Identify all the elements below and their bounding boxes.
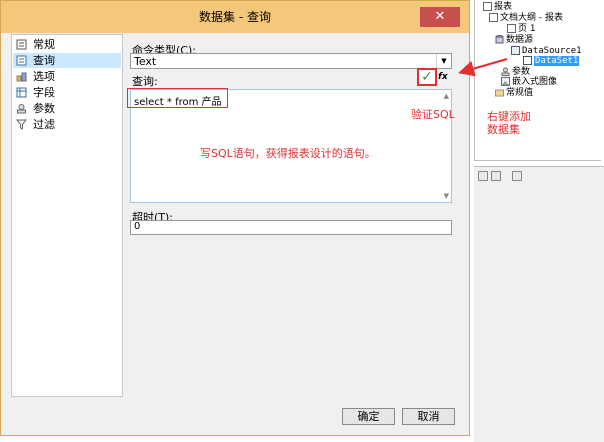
arrow-to-verify — [458, 58, 508, 77]
annotation-arrows — [458, 58, 508, 77]
